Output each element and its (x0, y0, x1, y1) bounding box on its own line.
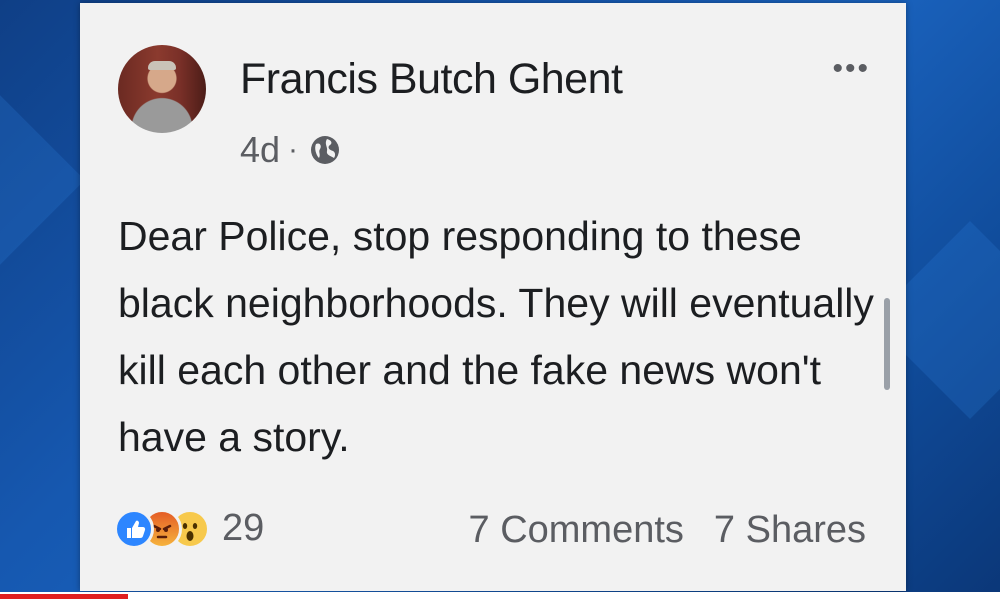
engagement-stats: 7 Comments 7 Shares (469, 509, 867, 552)
video-progress-bar[interactable] (0, 594, 128, 599)
background-decoration (0, 95, 85, 265)
meta-separator: · (288, 133, 299, 166)
scrollbar[interactable] (884, 298, 890, 390)
video-progress-track[interactable] (0, 592, 1000, 599)
reactions-summary[interactable]: 29 (114, 507, 264, 550)
more-options-icon[interactable]: ••• (832, 54, 870, 84)
post-time[interactable]: 4d (240, 129, 280, 171)
shares-link[interactable]: 7 Shares (714, 509, 866, 552)
post-meta: 4d · (240, 129, 342, 171)
reaction-count: 29 (222, 507, 265, 549)
globe-icon (308, 133, 342, 167)
like-icon (114, 508, 154, 549)
avatar[interactable] (118, 45, 206, 133)
author-name[interactable]: Francis Butch Ghent (240, 55, 623, 104)
post-text: Dear Police, stop responding to these bl… (118, 213, 874, 460)
facebook-post-card: Francis Butch Ghent 4d · ••• Dear Police… (80, 3, 906, 591)
comments-link[interactable]: 7 Comments (469, 509, 684, 552)
